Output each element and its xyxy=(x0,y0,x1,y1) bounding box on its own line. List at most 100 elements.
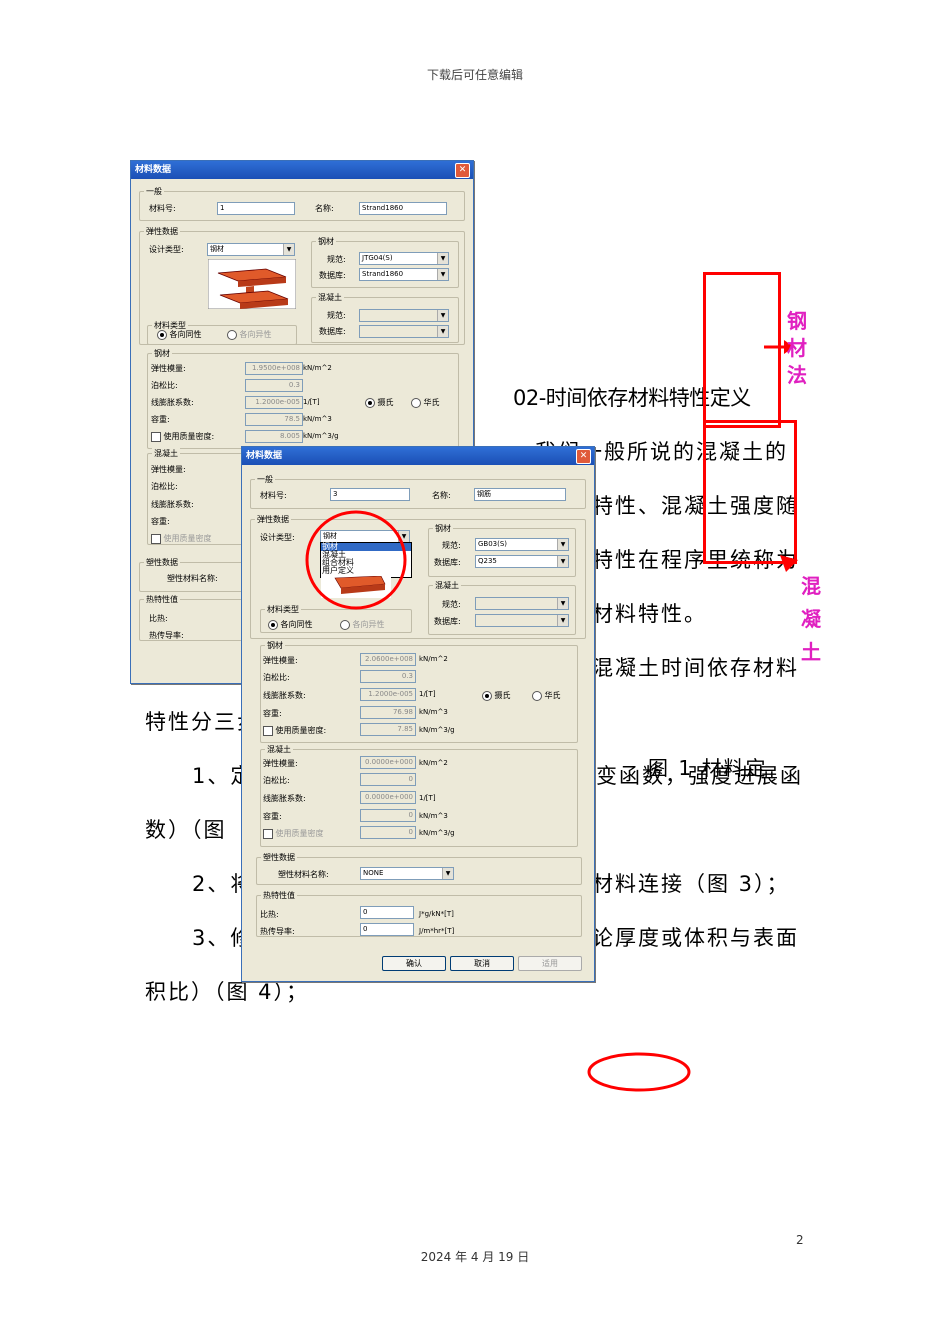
ce-label: 弹性模量: xyxy=(151,465,186,474)
tc-input[interactable]: 0 xyxy=(360,923,414,936)
material-dialog-2: 材料数据 ✕ 一般 材料号: 3 名称: 钢筋 弹性数据 设计类型: 钢材 ▼ 钢… xyxy=(241,446,595,982)
steel-beam-image xyxy=(208,259,296,309)
cw-label: 容重: xyxy=(151,517,170,526)
code-label: 规范: xyxy=(442,541,461,550)
e-input[interactable]: 1.9500e+008 xyxy=(245,362,303,375)
mass-input[interactable]: 7.85 xyxy=(360,723,416,736)
alpha-label: 线膨胀系数: xyxy=(263,691,306,700)
dialog-title: 材料数据 xyxy=(246,451,283,461)
annotation-label-steel: 钢 材 法 xyxy=(787,309,807,387)
e-input[interactable]: 2.0600e+008 xyxy=(360,653,416,666)
nu-input[interactable]: 0.3 xyxy=(360,670,416,683)
calpha-input[interactable]: 0.0000e+000 xyxy=(360,791,416,804)
cw-unit: kN/m^3 xyxy=(419,812,448,820)
calpha-label: 线膨胀系数: xyxy=(263,794,306,803)
nu-label: 泊松比: xyxy=(151,381,178,390)
code2-select[interactable]: ▼ xyxy=(359,309,449,322)
ok-button[interactable]: 确认 xyxy=(382,956,446,971)
design-type-label: 设计类型: xyxy=(260,533,295,542)
mass-unit: kN/m^3/g xyxy=(419,726,455,734)
annotation-label-concrete: 混 凝 土 xyxy=(801,574,821,664)
cmass-checkbox[interactable]: 使用质量密度 xyxy=(263,828,324,839)
e-unit: kN/m^2 xyxy=(303,364,332,372)
sh-label: 比热: xyxy=(149,614,168,623)
close-icon[interactable]: ✕ xyxy=(455,163,470,178)
cw-label: 容重: xyxy=(263,812,282,821)
page-footer: 2024 年 4 月 19 日 xyxy=(420,1250,530,1264)
plastic-name-label: 塑性材料名称: xyxy=(167,574,218,583)
isotropic-radio[interactable]: 各向同性 xyxy=(157,329,202,340)
material-no-label: 材料号: xyxy=(260,491,287,500)
nu-input[interactable]: 0.3 xyxy=(245,379,303,392)
w-input[interactable]: 76.98 xyxy=(360,706,416,719)
annotation-ellipse xyxy=(587,1052,691,1092)
name-input[interactable]: 钢筋 xyxy=(474,488,566,501)
db2-label: 数据库: xyxy=(319,327,346,336)
ce-label: 弹性模量: xyxy=(263,759,298,768)
w-unit: kN/m^3 xyxy=(303,415,332,423)
db2-select[interactable]: ▼ xyxy=(475,614,569,627)
code-select[interactable]: GB03(S) ▼ xyxy=(475,538,569,551)
mass-checkbox[interactable]: 使用质量密度: xyxy=(263,725,326,736)
fahrenheit-radio[interactable]: 华氏 xyxy=(411,397,440,408)
tc-label: 热传导率: xyxy=(149,631,184,640)
db-select[interactable]: Strand1860 ▼ xyxy=(359,268,449,281)
plastic-name-select[interactable]: NONE ▼ xyxy=(360,867,454,880)
cmass-input[interactable]: 0 xyxy=(360,826,416,839)
close-icon[interactable]: ✕ xyxy=(576,449,591,464)
mass-checkbox[interactable]: 使用质量密度: xyxy=(151,431,214,442)
cw-input[interactable]: 0 xyxy=(360,809,416,822)
celsius-radio[interactable]: 摄氏 xyxy=(365,397,394,408)
name-label: 名称: xyxy=(432,491,451,500)
ce-input[interactable]: 0.0000e+000 xyxy=(360,756,416,769)
code-select[interactable]: JTG04(S) ▼ xyxy=(359,252,449,265)
alpha-input[interactable]: 1.2000e-005 xyxy=(245,396,303,409)
isotropic-radio[interactable]: 各向同性 xyxy=(268,619,313,630)
design-type-select[interactable]: 钢材 ▼ xyxy=(207,243,295,256)
design-type-label: 设计类型: xyxy=(149,245,184,254)
tc-label: 热传导率: xyxy=(260,927,295,936)
cancel-button[interactable]: 取消 xyxy=(450,956,514,971)
w-unit: kN/m^3 xyxy=(419,708,448,716)
db2-select[interactable]: ▼ xyxy=(359,325,449,338)
mass-input[interactable]: 8.005 xyxy=(245,430,303,443)
group-concrete-code: 混凝土 xyxy=(428,580,576,635)
mass-unit: kN/m^3/g xyxy=(303,432,339,440)
alpha-unit: 1/[T] xyxy=(419,690,436,698)
material-no-input[interactable]: 3 xyxy=(330,488,410,501)
material-no-input[interactable]: 1 xyxy=(217,202,295,215)
dropdown-option[interactable]: 用户定义 xyxy=(321,567,411,575)
w-label: 容重: xyxy=(151,415,170,424)
code2-label: 规范: xyxy=(327,311,346,320)
dialog-title: 材料数据 xyxy=(135,165,172,175)
alpha-input[interactable]: 1.2000e-005 xyxy=(360,688,416,701)
code2-select[interactable]: ▼ xyxy=(475,597,569,610)
apply-button[interactable]: 适用 xyxy=(518,956,582,971)
plastic-name-label: 塑性材料名称: xyxy=(278,870,329,879)
alpha-unit: 1/[T] xyxy=(303,398,320,406)
calpha-label: 线膨胀系数: xyxy=(151,500,194,509)
steel-beam-image xyxy=(321,576,391,598)
alpha-label: 线膨胀系数: xyxy=(151,398,194,407)
cmass-unit: kN/m^3/g xyxy=(419,829,455,837)
name-input[interactable]: Strand1860 xyxy=(359,202,447,215)
cmass-checkbox[interactable]: 使用质量密度 xyxy=(151,533,212,544)
anisotropic-radio[interactable]: 各向异性 xyxy=(227,329,272,340)
nu-label: 泊松比: xyxy=(263,673,290,682)
celsius-radio[interactable]: 摄氏 xyxy=(482,690,511,701)
db-select[interactable]: Q235 ▼ xyxy=(475,555,569,568)
sh-input[interactable]: 0 xyxy=(360,906,414,919)
cnu-label: 泊松比: xyxy=(263,776,290,785)
w-input[interactable]: 78.5 xyxy=(245,413,303,426)
ce-unit: kN/m^2 xyxy=(419,759,448,767)
db2-label: 数据库: xyxy=(434,617,461,626)
anisotropic-radio[interactable]: 各向异性 xyxy=(340,619,385,630)
cnu-input[interactable]: 0 xyxy=(360,773,416,786)
w-label: 容重: xyxy=(263,709,282,718)
e-label: 弹性模量: xyxy=(263,656,298,665)
material-no-label: 材料号: xyxy=(149,204,176,213)
db-label: 数据库: xyxy=(434,558,461,567)
sh-label: 比热: xyxy=(260,910,279,919)
design-type-dropdown[interactable]: 钢材 混凝土 组合材料 用户定义 xyxy=(320,542,412,578)
fahrenheit-radio[interactable]: 华氏 xyxy=(532,690,561,701)
